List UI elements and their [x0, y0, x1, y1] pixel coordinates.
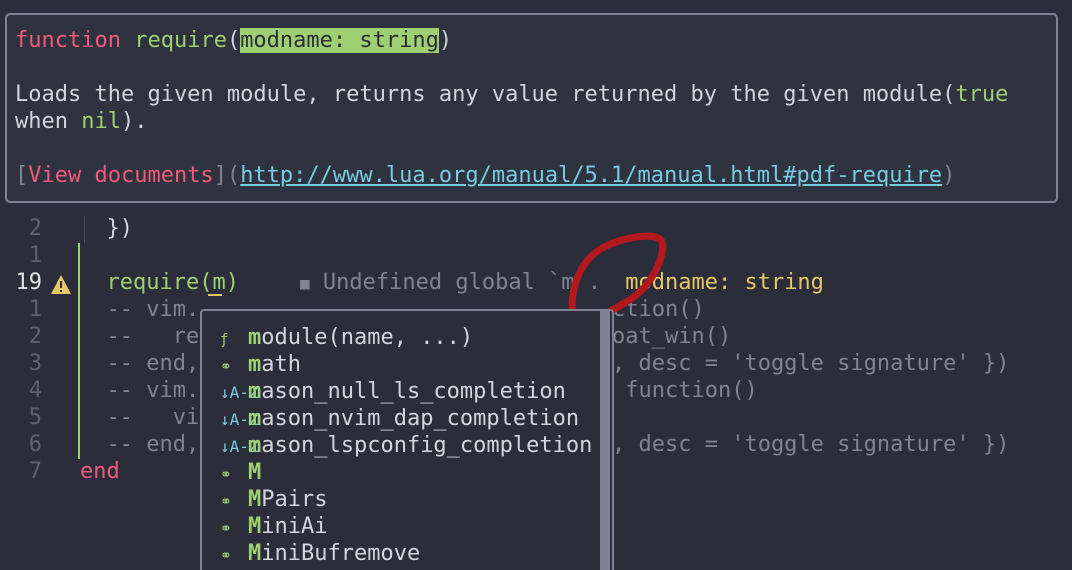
completion-rest: ason_lspconfig_completion: [261, 433, 593, 458]
view-documents-link[interactable]: View documents: [28, 163, 213, 188]
comment-fragment: function(): [612, 378, 758, 403]
completion-rest: ath: [261, 352, 301, 377]
diagnostic-square: ■: [300, 274, 310, 293]
desc-text-c: ).: [120, 109, 148, 134]
sort-alpha-icon: ↓A-Z: [220, 437, 259, 456]
completion-rest: ason_null_ls_completion: [261, 379, 566, 404]
sort-alpha-icon: ↓A-Z: [220, 410, 259, 429]
comment-fragment: , desc = 'toggle signature' }): [612, 351, 1010, 376]
link-mid: ](: [213, 163, 241, 188]
desc-nil: nil: [81, 109, 121, 134]
completion-match: m: [248, 325, 262, 350]
diagnostic-message: Undefined global `m`.: [322, 270, 602, 295]
line-number: 6: [28, 432, 42, 457]
desc-text-a: Loads the given module, returns any valu…: [15, 82, 956, 107]
line-number: 3: [28, 351, 42, 376]
completion-match: M: [248, 487, 262, 512]
completion-item[interactable]: ↓A-Zmason_null_ls_completion: [220, 378, 566, 405]
end-keyword-line[interactable]: end: [80, 459, 120, 484]
completion-item[interactable]: ⚭ MPairs: [220, 486, 327, 513]
warning-icon: [51, 275, 71, 294]
comment-line[interactable]: -- vi: [80, 405, 199, 430]
completion-rest: iniBufremove: [261, 541, 421, 566]
completion-match: m: [248, 433, 262, 458]
completion-match: M: [248, 460, 262, 485]
link-open: [: [15, 163, 29, 188]
sig-param-highlight: modname: string: [240, 28, 439, 53]
comment-line[interactable]: -- re: [80, 324, 199, 349]
completion-rest: iniAi: [261, 514, 328, 539]
completion-item[interactable]: ⚭ math: [220, 351, 301, 378]
completion-rest: Pairs: [261, 487, 328, 512]
completion-rest: odule(name, ...): [261, 325, 474, 350]
completion-item[interactable]: ↓A-Zmason_lspconfig_completion: [220, 432, 592, 459]
line-number: 5: [28, 405, 42, 430]
sig-name: require: [134, 28, 227, 53]
line-number: 4: [28, 378, 42, 403]
diagnostic-virtual-text: ■ Undefined global `m`.: [300, 270, 601, 295]
comment-fragment: , desc = 'toggle signature' }): [612, 432, 1010, 457]
comment-line[interactable]: -- end,: [80, 432, 199, 457]
hover-link-line: [View documents](http://www.lua.org/manu…: [15, 162, 955, 189]
doc-url-link[interactable]: http://www.lua.org/manual/5.1/manual.htm…: [240, 163, 942, 188]
line-number: 2: [28, 216, 42, 241]
module-kind-icon: ⚭: [220, 548, 232, 564]
completion-match: M: [248, 541, 262, 566]
completion-item[interactable]: ƒ module(name, ...): [220, 324, 473, 351]
sig-keyword: function: [15, 28, 121, 53]
editor-window: function require(modname: string) Loads …: [0, 0, 1072, 570]
line-number: 1: [28, 243, 42, 268]
code-line[interactable]: }): [80, 216, 133, 241]
completion-match: m: [248, 352, 262, 377]
desc-text-b: when: [15, 109, 82, 134]
completion-item[interactable]: ⚭ MiniBufremove: [220, 540, 420, 567]
line-number: 1: [28, 297, 42, 322]
function-kind-icon: ƒ: [220, 332, 229, 348]
hover-signature: function require(modname: string): [15, 27, 452, 54]
completion-scrollbar[interactable]: [600, 311, 610, 570]
hover-doc-window: function require(modname: string) Loads …: [5, 13, 1058, 203]
completion-menu[interactable]: ƒ module(name, ...) ⚭ math ↓A-Zmason_null_…: [200, 309, 614, 570]
desc-true: true: [955, 82, 1009, 107]
sig-close: ): [438, 28, 453, 53]
sig-open: (: [226, 28, 241, 53]
git-sign-bar: [78, 243, 80, 270]
completion-match: m: [248, 379, 262, 404]
comment-line[interactable]: -- vim.: [80, 297, 199, 322]
sort-alpha-icon: ↓A-Z: [220, 383, 259, 402]
completion-match: m: [248, 406, 262, 431]
line-number: 7: [28, 459, 42, 484]
diagnostic-underline: [208, 294, 222, 296]
completion-match: M: [248, 514, 262, 539]
completion-rest: ason_nvim_dap_completion: [261, 406, 580, 431]
module-kind-icon: ⚭: [220, 467, 232, 483]
module-kind-icon: ⚭: [220, 494, 232, 510]
current-line-number: 19: [15, 270, 43, 295]
module-kind-icon: ⚭: [220, 521, 232, 537]
completion-item[interactable]: ⚭ M: [220, 459, 261, 486]
hover-description-line2: when nil).: [15, 108, 147, 135]
hover-description-line1: Loads the given module, returns any valu…: [15, 81, 1008, 108]
completion-item[interactable]: ↓A-Zmason_nvim_dap_completion: [220, 405, 579, 432]
completion-item[interactable]: ⚭ MiniAi: [220, 513, 327, 540]
comment-line[interactable]: -- vim.: [80, 378, 199, 403]
line-number: 2: [28, 324, 42, 349]
current-code-line[interactable]: require(m): [80, 270, 239, 295]
require-call: require(m): [80, 270, 239, 295]
comment-line[interactable]: -- end,: [80, 351, 199, 376]
module-kind-icon: ⚭: [220, 359, 232, 375]
link-close: ): [942, 163, 956, 188]
